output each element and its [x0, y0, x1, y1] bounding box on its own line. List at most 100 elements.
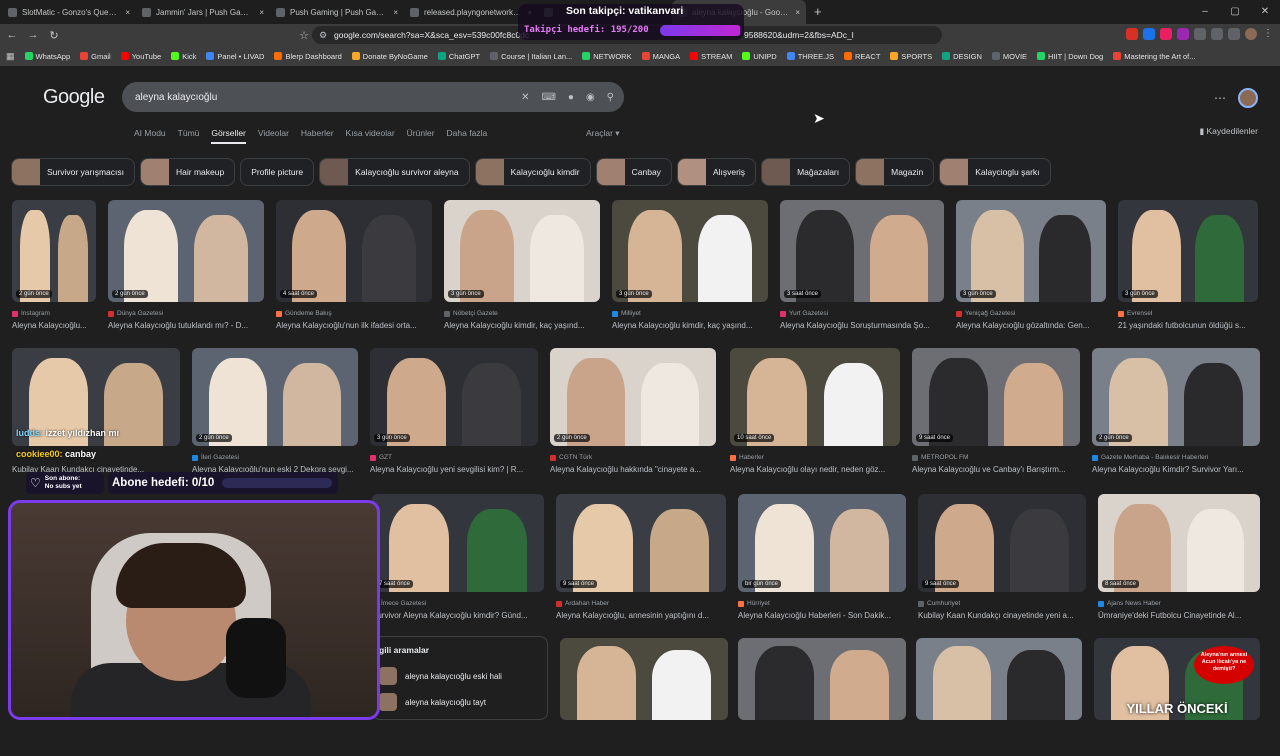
extension-icon[interactable]	[1177, 28, 1189, 40]
puzzle-icon[interactable]	[1194, 28, 1206, 40]
image-result[interactable]	[738, 638, 906, 756]
mic-icon[interactable]: ●	[568, 92, 574, 103]
result-thumbnail[interactable]: 9 saat önce	[918, 494, 1086, 592]
sidebar-icon[interactable]	[1211, 28, 1223, 40]
result-thumbnail[interactable]: 9 saat önce	[556, 494, 726, 592]
image-result[interactable]: 2 gün önce CGTN Türk Aleyna Kalaycıoğlu ha…	[550, 348, 716, 482]
apps-grid-icon[interactable]: ▦	[6, 51, 15, 62]
bookmark-item[interactable]: MANGA	[641, 52, 680, 61]
forward-icon[interactable]: →	[24, 29, 42, 41]
result-thumbnail[interactable]: 2 gün önce	[550, 348, 716, 446]
image-result[interactable]: 3 gün önce GZT Aleyna Kalaycıoğlu yeni sev…	[370, 348, 538, 482]
result-thumbnail[interactable]	[738, 638, 906, 720]
image-result[interactable]: 2 gün önce Dünya Gazetesi Aleyna Kalaycıoğ…	[108, 200, 264, 338]
image-result[interactable]: 8 saat önce Ajans News Haber Ümraniye'deki…	[1098, 494, 1260, 628]
filter-tab[interactable]: Tümü	[178, 128, 200, 144]
bookmark-item[interactable]: Gmail	[80, 52, 111, 61]
image-result[interactable]: 7 saat önce İmece Gazetesi Survivor Aleyna…	[372, 494, 544, 628]
bookmark-item[interactable]: MOVIE	[991, 52, 1027, 61]
result-title[interactable]: Aleyna Kalaycıoğlu...	[12, 321, 96, 330]
result-thumbnail[interactable]: 10 saat önce	[730, 348, 900, 446]
image-result[interactable]: 3 gün önce Nöbetçi Gazete Aleyna Kalaycıoğ…	[444, 200, 600, 338]
result-thumbnail[interactable]: 4 saat önce	[276, 200, 432, 302]
result-thumbnail[interactable]: 2 gün önce	[192, 348, 358, 446]
keyboard-icon[interactable]: ⌨	[541, 92, 555, 103]
image-result[interactable]: 2 gün önce İleri Gazetesi Aleyna Kalaycıoğ…	[192, 348, 358, 482]
menu-icon[interactable]: ⋮	[1262, 28, 1274, 40]
image-result[interactable]: 9 saat önce Cumhuriyet Kubilay Kaan Kundak…	[918, 494, 1086, 628]
refine-chip[interactable]: Hair makeup	[140, 158, 236, 186]
bookmark-item[interactable]: STREAM	[690, 52, 732, 61]
extension-icon[interactable]	[1160, 28, 1172, 40]
bookmark-item[interactable]: YouTube	[120, 52, 161, 61]
bookmark-item[interactable]: UNIPD	[742, 52, 777, 61]
result-title[interactable]: Aleyna Kalaycıoğlu hakkında "cinayete a.…	[550, 465, 716, 474]
image-result[interactable]: bir gün önce Hürriyet Aleyna Kalaycıoğlu H…	[738, 494, 906, 628]
maximize-icon[interactable]: ▢	[1220, 0, 1250, 24]
image-result[interactable]: 10 saat önce Haberler Aleyna Kalaycıoğlu o…	[730, 348, 900, 482]
result-title[interactable]: Aleyna Kalaycıoğlu Haberleri - Son Dakik…	[738, 611, 906, 620]
bookmark-item[interactable]: SPORTS	[890, 52, 932, 61]
related-search-item[interactable]: aleyna kalaycıoğlu tayt	[373, 689, 547, 715]
refine-chip[interactable]: Alışveriş	[676, 158, 757, 186]
google-logo[interactable]: Google	[43, 86, 105, 109]
result-thumbnail[interactable]: 9 saat önce	[912, 348, 1080, 446]
bookmark-item[interactable]: Mastering the Art of...	[1113, 52, 1196, 61]
result-thumbnail[interactable]	[560, 638, 728, 720]
image-result[interactable]	[916, 638, 1082, 756]
lens-icon[interactable]: ◉	[586, 92, 595, 103]
browser-tab[interactable]: Jammin' Jars | Push Gaming ×	[136, 0, 270, 24]
result-thumbnail[interactable]: 3 gün önce	[1118, 200, 1258, 302]
result-thumbnail[interactable]: 3 gün önce	[612, 200, 768, 302]
image-result[interactable]: 9 saat önce METROPOL FM Aleyna Kalaycıoğlu…	[912, 348, 1080, 482]
bookmark-item[interactable]: Donate ByNoGame	[351, 52, 428, 61]
result-title[interactable]: Aleyna Kalaycıoğlu kimdir, kaç yaşınd...	[444, 321, 600, 330]
download-icon[interactable]	[1228, 28, 1240, 40]
refine-chip[interactable]: Profile picture	[240, 158, 315, 186]
bookmark-item[interactable]: Kick	[171, 52, 196, 61]
result-title[interactable]: Aleyna Kalaycıoğlu tutuklandı mı? - D...	[108, 321, 264, 330]
result-title[interactable]: Aleyna Kalaycıoğlu Kimdir? Survivor Yarı…	[1092, 465, 1260, 474]
image-result[interactable]: 3 gün önce Evrensel 21 yaşındaki futbolcun…	[1118, 200, 1258, 338]
search-box[interactable]: aleyna kalaycıoğlu ✕ ⌨ ● ◉ ⚲	[122, 82, 624, 112]
result-title[interactable]: Aleyna Kalaycıoğlu gözaltında: Gen...	[956, 321, 1106, 330]
result-thumbnail[interactable]: 8 saat önce	[1098, 494, 1260, 592]
refine-chip[interactable]: Kalaycioglu şarkı	[939, 158, 1051, 186]
related-search-item[interactable]: aleyna kalaycıoğlu eski hali	[373, 663, 547, 689]
saved-button[interactable]: ▮ Kaydedilenler	[1199, 126, 1258, 137]
result-thumbnail[interactable]: 2 gün önce	[1092, 348, 1260, 446]
new-tab-button[interactable]: +	[806, 0, 830, 24]
refine-chip[interactable]: Magazin	[855, 158, 935, 186]
refine-chip[interactable]: Canbay	[595, 158, 672, 186]
site-info-icon[interactable]: ⚙	[319, 30, 327, 41]
google-apps-icon[interactable]: ⋯	[1214, 91, 1226, 105]
result-thumbnail[interactable]	[916, 638, 1082, 720]
filter-tab[interactable]: Görseller	[211, 128, 246, 144]
image-result[interactable]	[560, 638, 728, 756]
image-result[interactable]: 2 gün önce Gazete Merhaba - Balıkesir Hab…	[1092, 348, 1260, 482]
result-thumbnail[interactable]: 3 saat önce	[780, 200, 944, 302]
result-thumbnail[interactable]: 3 gün önce	[444, 200, 600, 302]
result-thumbnail[interactable]: 7 saat önce	[372, 494, 544, 592]
avatar[interactable]	[1238, 88, 1258, 108]
search-icon[interactable]: ⚲	[607, 92, 614, 103]
refine-chip[interactable]: Kalaycıoğlu survivor aleyna	[319, 158, 470, 186]
image-result[interactable]: 4 saat önce Gündeme Bakış Aleyna Kalaycıoğ…	[276, 200, 432, 338]
clear-icon[interactable]: ✕	[521, 92, 529, 103]
result-title[interactable]: Aleyna Kalaycıoğlu Soruşturmasında Şo...	[780, 321, 944, 330]
tools-button[interactable]: Araçlar ▾	[586, 128, 620, 139]
bookmark-item[interactable]: Panel • LIVAD	[206, 52, 264, 61]
result-title[interactable]: Aleyna Kalaycıoğlu ve Canbay'ı Barıştırm…	[912, 465, 1080, 474]
image-result[interactable]: 3 gün önce Yeniçağ Gazetesi Aleyna Kalaycı…	[956, 200, 1106, 338]
bookmark-item[interactable]: REACT	[843, 52, 880, 61]
result-title[interactable]: Ümraniye'deki Futbolcu Cinayetinde Al...	[1098, 611, 1260, 620]
result-thumbnail[interactable]: 3 gün önce	[956, 200, 1106, 302]
close-icon[interactable]: ✕	[1250, 0, 1280, 24]
result-title[interactable]: Aleyna Kalaycıoğlu kimdir, kaç yaşınd...	[612, 321, 768, 330]
extension-icon[interactable]	[1143, 28, 1155, 40]
bookmark-star-icon[interactable]: ☆	[295, 29, 313, 42]
bookmark-item[interactable]: Blerp Dashboard	[274, 52, 342, 61]
result-thumbnail[interactable]: YILLAR ÖNCEKİ Aleyna'nın annesi Acun Ilıc…	[1094, 638, 1260, 720]
profile-avatar[interactable]	[1245, 28, 1257, 40]
result-title[interactable]: Kubilay Kaan Kundakçı cinayetinde yeni a…	[918, 611, 1086, 620]
